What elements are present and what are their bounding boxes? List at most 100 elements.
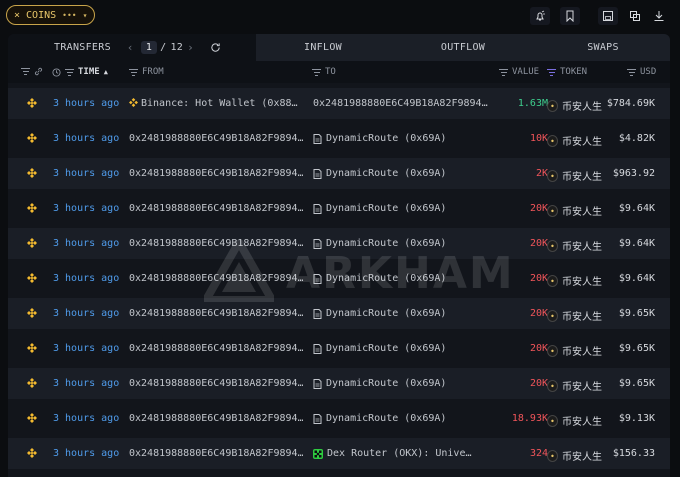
table-row[interactable]: 3 hours ago 0x2481988880E6C49B18A82F9894…… xyxy=(8,123,670,154)
column-header-row: TIME ▲ FROM TO VALUE TOKEN USD xyxy=(8,61,670,83)
time-cell[interactable]: 3 hours ago xyxy=(53,238,128,249)
time-cell[interactable]: 3 hours ago xyxy=(53,413,128,424)
tab-inflow[interactable]: INFLOW xyxy=(256,34,390,61)
to-address-cell[interactable]: DynamicRoute (0x69A) xyxy=(313,308,495,319)
from-address-cell[interactable]: 0x2481988880E6C49B18A82F9894… xyxy=(129,413,303,424)
from-address-cell[interactable]: 0x2481988880E6C49B18A82F9894… xyxy=(129,273,303,284)
usd-cell: $9.65K xyxy=(618,378,655,389)
from-address-cell[interactable]: 0x2481988880E6C49B18A82F9894… xyxy=(129,238,303,249)
table-row[interactable]: 3 hours ago Binance: Hot Wallet (0x88… 0x2… xyxy=(8,88,670,119)
tab-swaps[interactable]: SWAPS xyxy=(536,34,670,61)
table-row[interactable]: 3 hours ago 0x2481988880E6C49B18A82F9894…… xyxy=(8,298,670,329)
table-row[interactable]: 3 hours ago 0x2481988880E6C49B18A82F9894…… xyxy=(8,368,670,399)
close-icon[interactable]: × xyxy=(14,10,20,21)
token-column-header[interactable]: TOKEN xyxy=(547,67,587,77)
time-header-label: TIME xyxy=(78,67,100,77)
to-address-cell[interactable]: Dex Router (OKX): Unive… xyxy=(313,448,495,459)
to-address-text: 0x2481988880E6C49B18A82F9894… xyxy=(313,98,488,109)
table-row[interactable]: 3 hours ago 0x2481988880E6C49B18A82F9894…… xyxy=(8,158,670,189)
usd-cell: $9.64K xyxy=(618,273,655,284)
to-address-cell[interactable]: DynamicRoute (0x69A) xyxy=(313,343,495,354)
from-address-cell[interactable]: 0x2481988880E6C49B18A82F9894… xyxy=(129,203,303,214)
link-icon xyxy=(34,67,43,76)
usd-cell: $9.65K xyxy=(618,343,655,354)
to-address-cell[interactable]: DynamicRoute (0x69A) xyxy=(313,203,495,214)
contract-icon xyxy=(313,133,322,144)
filter-icon xyxy=(65,68,74,76)
from-column-header[interactable]: FROM xyxy=(129,67,164,77)
bookmark-button[interactable] xyxy=(560,7,580,25)
to-address-cell[interactable]: 0x2481988880E6C49B18A82F9894… xyxy=(313,98,495,109)
time-cell[interactable]: 3 hours ago xyxy=(53,343,128,354)
coins-filter-label: COINS xyxy=(26,9,57,21)
download-button[interactable] xyxy=(652,7,666,25)
value-cell: 18.93K xyxy=(511,413,548,424)
from-address-cell[interactable]: 0x2481988880E6C49B18A82F9894… xyxy=(129,378,303,389)
from-address-text: 0x2481988880E6C49B18A82F9894… xyxy=(129,168,303,179)
to-address-cell[interactable]: DynamicRoute (0x69A) xyxy=(313,378,495,389)
time-cell[interactable]: 3 hours ago xyxy=(53,133,128,144)
to-address-cell[interactable]: DynamicRoute (0x69A) xyxy=(313,273,495,284)
from-address-cell[interactable]: Binance: Hot Wallet (0x88… xyxy=(129,98,303,109)
table-row[interactable]: 3 hours ago 0x2481988880E6C49B18A82F9894…… xyxy=(8,228,670,259)
table-row[interactable]: 3 hours ago 0x2481988880E6C49B18A82F9894…… xyxy=(8,438,670,469)
time-cell[interactable]: 3 hours ago xyxy=(53,168,128,179)
contract-icon xyxy=(313,413,322,424)
to-address-text: DynamicRoute (0x69A) xyxy=(326,133,447,144)
next-page-icon[interactable]: › xyxy=(187,41,194,54)
to-address-text: DynamicRoute (0x69A) xyxy=(326,203,447,214)
clock-icon xyxy=(52,67,61,77)
to-column-header[interactable]: TO xyxy=(312,67,336,77)
tab-outflow[interactable]: OUTFLOW xyxy=(390,34,536,61)
contract-icon xyxy=(313,343,322,354)
copy-button[interactable] xyxy=(628,7,642,25)
prev-page-icon[interactable]: ‹ xyxy=(127,41,134,54)
from-address-cell[interactable]: 0x2481988880E6C49B18A82F9894… xyxy=(129,308,303,319)
table-row[interactable]: 3 hours ago 0x2481988880E6C49B18A82F9894…… xyxy=(8,193,670,224)
usd-column-header[interactable]: USD xyxy=(627,67,656,77)
time-cell[interactable]: 3 hours ago xyxy=(53,98,128,109)
token-icon: ● xyxy=(547,414,558,427)
time-column-header[interactable]: TIME ▲ xyxy=(52,67,108,77)
from-address-cell[interactable]: 0x2481988880E6C49B18A82F9894… xyxy=(129,448,303,459)
usd-cell: $9.64K xyxy=(618,238,655,249)
time-cell[interactable]: 3 hours ago xyxy=(53,378,128,389)
to-address-text: DynamicRoute (0x69A) xyxy=(326,238,447,249)
bnb-chain-icon xyxy=(27,308,37,318)
from-address-text: 0x2481988880E6C49B18A82F9894… xyxy=(129,378,303,389)
chevron-down-icon[interactable]: ▾ xyxy=(83,11,88,20)
table-row[interactable]: 3 hours ago 0x2481988880E6C49B18A82F9894…… xyxy=(8,403,670,434)
to-address-cell[interactable]: DynamicRoute (0x69A) xyxy=(313,133,495,144)
time-cell[interactable]: 3 hours ago xyxy=(53,203,128,214)
save-button[interactable] xyxy=(598,7,618,25)
alert-button[interactable] xyxy=(530,7,550,25)
tab-bar: TRANSFERS ‹ 1 / 12 › INFLOW OUTFLOW SWAP… xyxy=(8,34,670,61)
value-column-header[interactable]: VALUE xyxy=(499,67,539,77)
to-address-cell[interactable]: DynamicRoute (0x69A) xyxy=(313,168,495,179)
time-cell[interactable]: 3 hours ago xyxy=(53,308,128,319)
from-address-cell[interactable]: 0x2481988880E6C49B18A82F9894… xyxy=(129,168,303,179)
bnb-chain-icon xyxy=(27,448,37,458)
to-header-label: TO xyxy=(325,67,336,77)
from-address-cell[interactable]: 0x2481988880E6C49B18A82F9894… xyxy=(129,133,303,144)
token-icon: ● xyxy=(547,309,558,322)
to-address-text: DynamicRoute (0x69A) xyxy=(326,308,447,319)
time-cell[interactable]: 3 hours ago xyxy=(53,448,128,459)
table-row[interactable]: 3 hours ago 0x2481988880E6C49B18A82F9894…… xyxy=(8,333,670,364)
value-cell: 20K xyxy=(529,378,548,389)
value-cell: 20K xyxy=(529,238,548,249)
bnb-chain-icon xyxy=(27,98,37,108)
to-address-cell[interactable]: DynamicRoute (0x69A) xyxy=(313,238,495,249)
tab-transfers[interactable]: TRANSFERS ‹ 1 / 12 › xyxy=(8,34,256,61)
table-row[interactable]: 3 hours ago 0x2481988880E6C49B18A82F9894…… xyxy=(8,263,670,294)
from-address-cell[interactable]: 0x2481988880E6C49B18A82F9894… xyxy=(129,343,303,354)
value-cell: 20K xyxy=(529,273,548,284)
from-address-text: 0x2481988880E6C49B18A82F9894… xyxy=(129,133,303,144)
chain-filter[interactable] xyxy=(21,67,43,76)
page-input[interactable]: 1 xyxy=(140,41,158,54)
coins-filter-chip[interactable]: × COINS ••• ▾ xyxy=(6,5,96,25)
time-cell[interactable]: 3 hours ago xyxy=(53,273,128,284)
to-address-cell[interactable]: DynamicRoute (0x69A) xyxy=(313,413,495,424)
more-icon[interactable]: ••• xyxy=(62,11,76,20)
refresh-icon[interactable] xyxy=(210,42,221,53)
